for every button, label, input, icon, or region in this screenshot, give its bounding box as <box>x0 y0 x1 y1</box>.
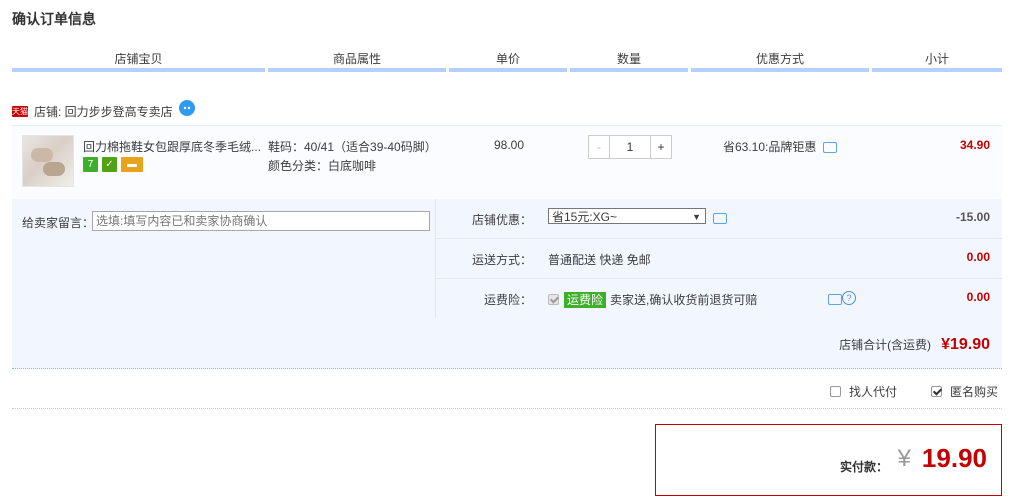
header-bar <box>570 68 688 72</box>
header-bar <box>268 68 446 72</box>
header-subtotal: 小计 <box>924 52 949 66</box>
header-bar <box>691 68 869 72</box>
insurance-tag: 运费险 <box>564 291 607 308</box>
insurance-row: 运费险： 运费险 卖家送,确认收货前退货可赔 ? 0.00 <box>436 279 1002 318</box>
comment-icon[interactable] <box>713 213 727 224</box>
slipper-shape <box>31 148 53 162</box>
shipping-row: 运送方式： 普通配送 快递 免邮 0.00 <box>436 239 1002 279</box>
header-attributes: 商品属性 <box>332 52 381 66</box>
shipping-label: 运送方式： <box>471 253 532 267</box>
card-icon[interactable]: ▬ <box>121 157 143 172</box>
order-options: 找人代付 匿名购买 <box>822 383 998 400</box>
insurance-label: 运费险： <box>483 293 532 307</box>
divider <box>12 408 1002 409</box>
qty-minus-button[interactable]: - <box>588 135 610 159</box>
unit-price: 98.00 <box>493 138 525 152</box>
7day-return-icon[interactable]: 7 <box>83 157 98 172</box>
shop-discount-select[interactable]: 省15元:XG~ ▼ <box>548 208 706 224</box>
seller-message-input[interactable] <box>92 211 430 231</box>
header-bar <box>12 68 265 72</box>
help-icon[interactable]: ? <box>842 291 856 305</box>
product-thumbnail[interactable] <box>22 135 74 187</box>
payment-summary: 实付款： ¥ 19.90 <box>655 424 1002 496</box>
header-discount: 优惠方式 <box>755 52 804 66</box>
anonymous-checkbox[interactable] <box>930 386 942 397</box>
header-shop-items: 店铺宝贝 <box>114 52 163 66</box>
order-item-row: 回力棉拖鞋女包跟厚底冬季毛绒... 7 ✓ ▬ 鞋码：40/41（适合39-40… <box>12 125 1002 199</box>
currency-symbol: ¥ <box>897 445 911 472</box>
header-unit-price: 单价 <box>495 52 520 66</box>
shop-total-value: ¥19.90 <box>941 336 990 353</box>
shop-name-link[interactable]: 店铺: 回力步步登高专卖店 <box>34 103 173 120</box>
discount-text: 省63.10:品牌钜惠 <box>723 140 817 154</box>
slipper-shape <box>43 162 65 176</box>
header-bar <box>449 68 567 72</box>
shop-discount-selected: 省15元:XG~ <box>552 210 618 224</box>
qty-input[interactable]: 1 <box>610 135 650 159</box>
attr-size: 鞋码：40/41（适合39-40码脚） <box>268 140 437 154</box>
table-header: 店铺宝贝 商品属性 单价 数量 优惠方式 小计 <box>12 50 1002 72</box>
discount-info: 省63.10:品牌钜惠 <box>723 138 838 155</box>
comment-icon[interactable] <box>823 142 838 153</box>
proxy-pay-label[interactable]: 找人代付 <box>849 383 897 400</box>
comment-icon[interactable] <box>828 294 842 305</box>
shop-total: 店铺合计(含运费) ¥19.90 <box>839 336 990 354</box>
tmall-badge-icon: 天猫 <box>12 105 28 117</box>
order-extras-panel: 给卖家留言： 店铺优惠： 省15元:XG~ ▼ -15.00 运送方式： 普通配… <box>12 199 1002 369</box>
attr-color: 颜色分类：白底咖啡 <box>268 159 377 173</box>
quantity-stepper: - 1 + <box>588 135 672 159</box>
shop-discount-row: 店铺优惠： 省15元:XG~ ▼ -15.00 <box>436 199 1002 239</box>
shop-total-label: 店铺合计(含运费) <box>839 338 932 352</box>
insurance-text: 卖家送,确认收货前退货可赔 <box>610 293 758 307</box>
service-badges: 7 ✓ ▬ <box>83 157 143 172</box>
anonymous-label[interactable]: 匿名购买 <box>950 383 998 400</box>
product-name-link[interactable]: 回力棉拖鞋女包跟厚底冬季毛绒... <box>83 138 265 155</box>
insurance-checkbox[interactable] <box>548 294 559 305</box>
wangwang-icon[interactable] <box>178 100 195 116</box>
header-quantity: 数量 <box>616 52 641 66</box>
payment-label: 实付款： <box>839 460 888 474</box>
insurance-amount: 0.00 <box>966 290 990 304</box>
shop-discount-amount: -15.00 <box>955 210 990 224</box>
guarantee-icon[interactable]: ✓ <box>102 157 117 172</box>
dropdown-arrow-icon: ▼ <box>692 212 701 222</box>
message-label: 给卖家留言： <box>22 216 95 230</box>
shipping-value: 普通配送 快递 免邮 <box>548 253 651 267</box>
item-subtotal: 34.90 <box>959 138 990 152</box>
proxy-pay-checkbox[interactable] <box>829 386 841 397</box>
header-bar <box>872 68 1002 72</box>
page-title: 确认订单信息 <box>12 11 96 27</box>
shipping-amount: 0.00 <box>966 250 990 264</box>
shop-discount-label: 店铺优惠： <box>471 213 532 227</box>
payment-amount: 19.90 <box>921 443 987 473</box>
insurance-value: 运费险 卖家送,确认收货前退货可赔 <box>548 291 757 308</box>
shop-header: 天猫 店铺: 回力步步登高专卖店 <box>12 100 195 120</box>
qty-plus-button[interactable]: + <box>650 135 672 159</box>
